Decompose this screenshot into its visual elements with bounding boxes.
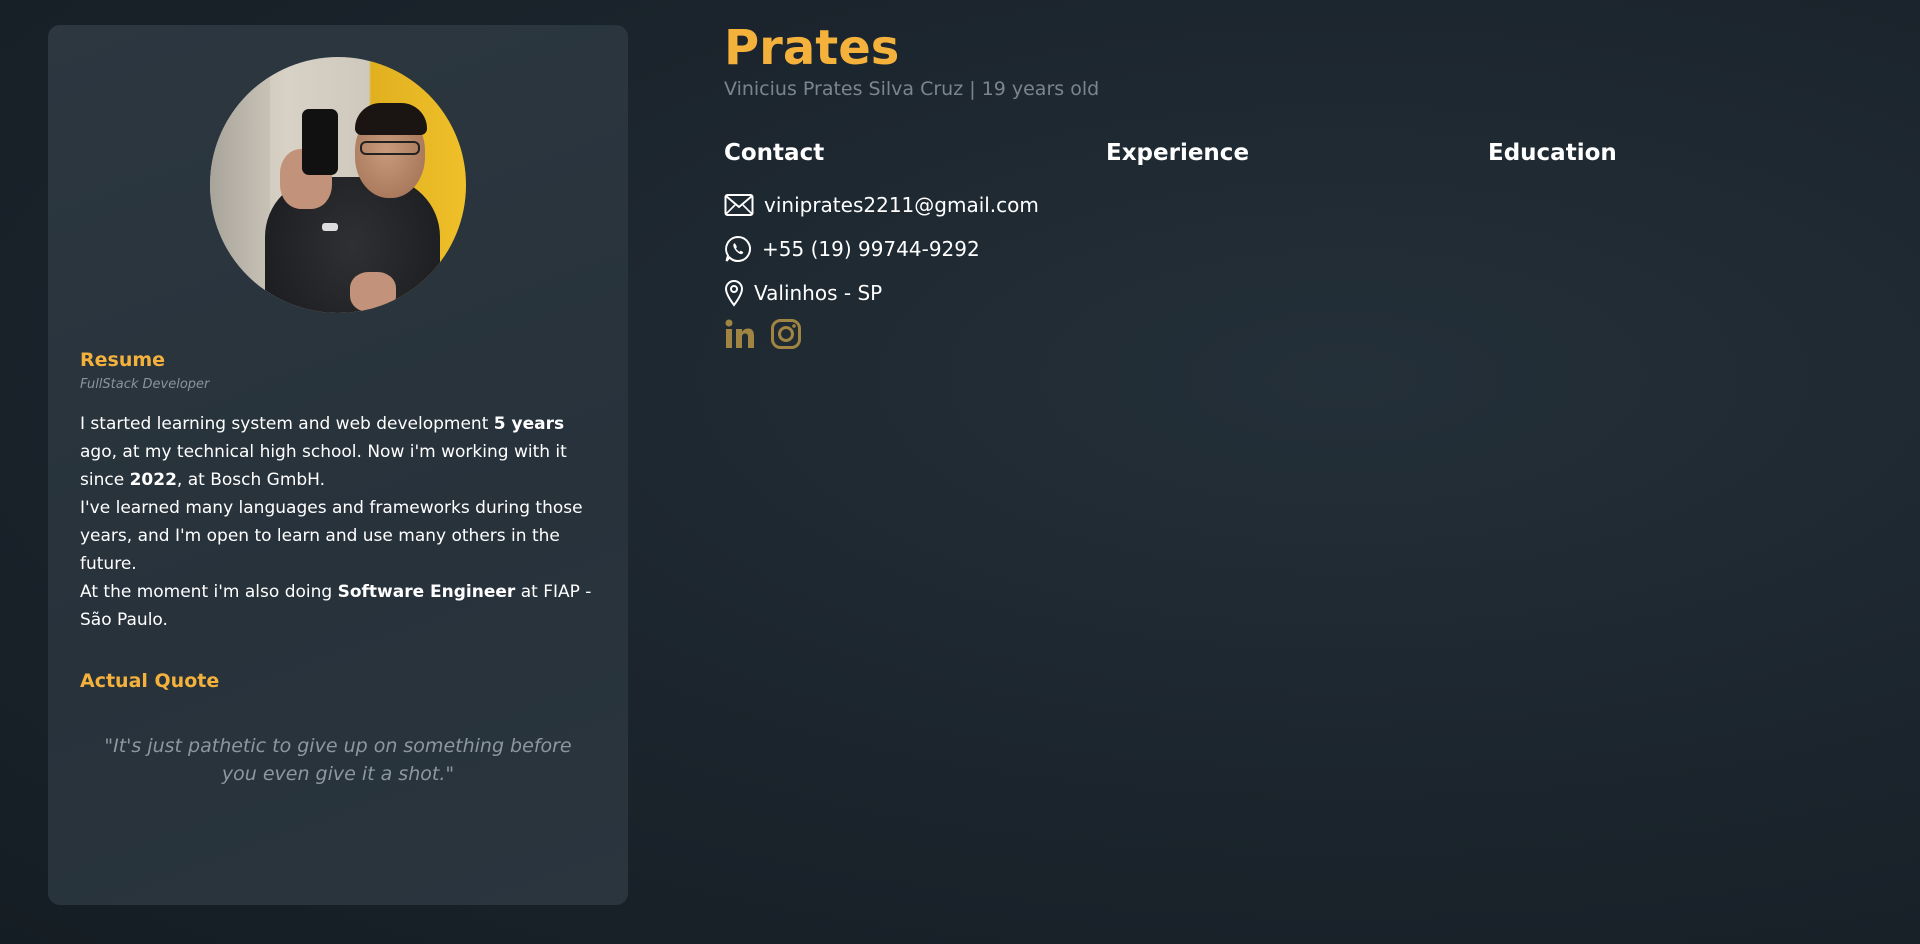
envelope-icon [724,193,754,217]
resume-title: Resume [80,349,166,371]
bio-paragraph-1: I started learning system and web develo… [80,414,567,490]
contact-list: viniprates2211@gmail.com +55 (19) 99744-… [724,190,1106,350]
contact-email[interactable]: viniprates2211@gmail.com [724,190,1106,220]
bio-paragraph-2: I've learned many languages and framewor… [80,498,583,574]
bio-paragraph-3: At the moment i'm also doing Software En… [80,582,592,630]
education-title: Education [1488,140,1617,166]
experience-title: Experience [1106,140,1250,166]
linkedin-icon[interactable] [724,318,756,350]
education-column: Education [1488,140,1870,350]
quote-title: Actual Quote [80,670,220,692]
info-columns: Contact viniprates2211@gmail.com +55 (19… [724,140,1874,350]
main-content: Prates Vinicius Prates Silva Cruz | 19 y… [724,18,1874,350]
social-links [724,318,1106,350]
phone-text[interactable]: +55 (19) 99744-9292 [762,237,980,261]
experience-column: Experience [1106,140,1488,350]
resume-role: FullStack Developer [80,377,210,392]
profile-card: Resume FullStack Developer I started lea… [48,25,628,905]
contact-column: Contact viniprates2211@gmail.com +55 (19… [724,140,1106,350]
contact-phone[interactable]: +55 (19) 99744-9292 [724,234,1106,264]
map-pin-icon [724,279,744,307]
profile-photo [210,57,466,313]
contact-title: Contact [724,140,825,166]
whatsapp-icon [724,235,752,263]
instagram-icon[interactable] [770,318,802,350]
page-subtitle: Vinicius Prates Silva Cruz | 19 years ol… [724,78,1100,100]
quote-text: "It's just pathetic to give up on someth… [104,735,572,785]
location-text: Valinhos - SP [754,281,883,305]
resume-bio: I started learning system and web develo… [80,410,600,634]
contact-location: Valinhos - SP [724,278,1106,308]
email-text[interactable]: viniprates2211@gmail.com [764,193,1039,217]
page-title: Prates [724,20,900,76]
